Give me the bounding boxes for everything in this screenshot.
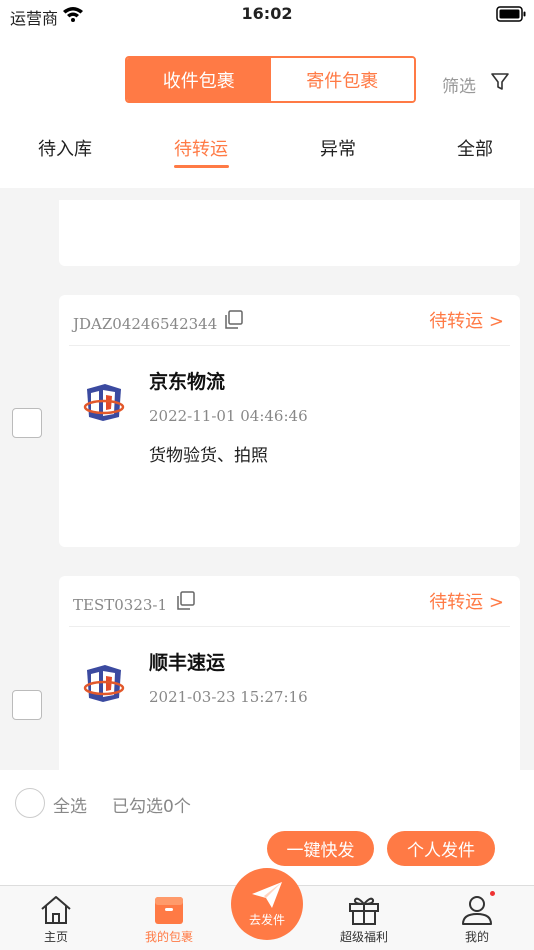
tab-pending-transfer[interactable]: 待转运 bbox=[174, 135, 228, 161]
carrier-logo bbox=[81, 379, 127, 425]
receive-parcels-tab[interactable]: 收件包裹 bbox=[127, 58, 271, 101]
select-all-label[interactable]: 全选 bbox=[53, 792, 87, 817]
tabbar-my-parcels[interactable]: 我的包裹 bbox=[124, 886, 214, 950]
tabbar-my-parcels-label: 我的包裹 bbox=[144, 930, 193, 944]
parcel-checkbox[interactable] bbox=[12, 408, 42, 438]
parcel-type-switch: 收件包裹 寄件包裹 bbox=[125, 56, 416, 103]
box-icon bbox=[155, 897, 183, 924]
parcel-card-partial[interactable] bbox=[59, 200, 520, 266]
user-icon bbox=[462, 896, 492, 925]
copy-icon[interactable] bbox=[223, 309, 245, 335]
parcel-checkbox[interactable] bbox=[12, 690, 42, 720]
tabbar-benefits[interactable]: 超级福利 bbox=[319, 886, 409, 950]
tab-all[interactable]: 全部 bbox=[457, 135, 493, 161]
paper-plane-icon bbox=[252, 882, 282, 908]
tracking-number: TEST0323-1 bbox=[73, 596, 168, 614]
personal-send-button[interactable]: 个人发件 bbox=[387, 831, 495, 866]
parcel-card-header: TEST0323-1 待转运 > bbox=[69, 576, 510, 627]
carrier-name: 顺丰速运 bbox=[149, 652, 226, 674]
filter-icon bbox=[491, 72, 509, 90]
carrier-name: 京东物流 bbox=[149, 371, 226, 393]
filter-button[interactable]: 筛选 bbox=[442, 72, 510, 97]
quick-send-button[interactable]: 一键快发 bbox=[267, 831, 374, 866]
parcel-status-link[interactable]: 待转运 > bbox=[429, 307, 504, 333]
parcel-list[interactable]: JDAZ04246542344 待转运 > 京东物流 2022-11-01 04… bbox=[0, 188, 534, 770]
parcel-status-link[interactable]: 待转运 > bbox=[429, 588, 504, 614]
event-time: 2021-03-23 15:27:16 bbox=[149, 688, 308, 706]
send-parcel-button[interactable]: 去发件 bbox=[231, 868, 303, 940]
parcel-card-header: JDAZ04246542344 待转运 > bbox=[69, 295, 510, 346]
parcel-card[interactable]: TEST0323-1 待转运 > 顺丰速运 2021-03-23 15:27:1… bbox=[59, 576, 520, 770]
selected-count: 已勾选0个 bbox=[112, 797, 191, 817]
tabbar-home[interactable]: 主页 bbox=[11, 886, 101, 950]
event-time: 2022-11-01 04:46:46 bbox=[149, 407, 308, 425]
send-parcels-tab[interactable]: 寄件包裹 bbox=[270, 58, 414, 101]
status-bar: 运营商 16:02 bbox=[0, 0, 534, 30]
status-tabs: 待入库 待转运 异常 全部 bbox=[0, 130, 534, 174]
tabbar-me[interactable]: 我的 bbox=[432, 886, 522, 950]
page-header: 收件包裹 寄件包裹 筛选 待入库 待转运 异常 全部 bbox=[0, 30, 534, 188]
select-all-radio[interactable] bbox=[15, 788, 45, 818]
tracking-number: JDAZ04246542344 bbox=[73, 315, 218, 333]
home-icon bbox=[41, 896, 71, 924]
tab-pending-inbound[interactable]: 待入库 bbox=[38, 135, 92, 161]
notification-dot bbox=[490, 891, 495, 896]
battery-icon bbox=[496, 6, 526, 26]
clock: 16:02 bbox=[241, 4, 293, 23]
copy-icon[interactable] bbox=[175, 590, 197, 616]
tab-exception[interactable]: 异常 bbox=[320, 135, 356, 161]
tabbar-benefits-label: 超级福利 bbox=[339, 930, 388, 944]
tabbar-home-label: 主页 bbox=[43, 930, 68, 944]
parcel-card[interactable]: JDAZ04246542344 待转运 > 京东物流 2022-11-01 04… bbox=[59, 295, 520, 547]
tabbar-me-label: 我的 bbox=[464, 930, 489, 944]
gift-icon bbox=[349, 897, 379, 925]
carrier-logo bbox=[81, 660, 127, 706]
filter-label: 筛选 bbox=[442, 77, 476, 97]
active-tab-indicator bbox=[174, 165, 229, 168]
event-description: 货物验货、拍照 bbox=[149, 446, 268, 466]
send-parcel-label: 去发件 bbox=[248, 913, 285, 927]
